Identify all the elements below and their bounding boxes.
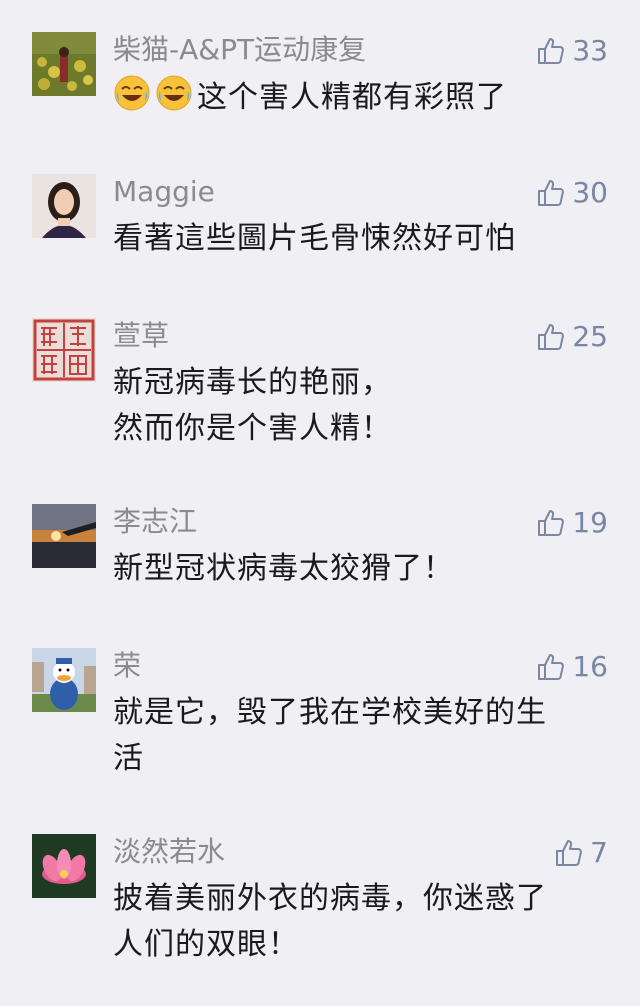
crying-laughing-emoji-icon xyxy=(155,74,193,112)
commenter-name[interactable]: 萱草 xyxy=(113,318,169,354)
comment-item: 淡然若水 7 披着美丽外衣的病毒，你迷惑了 人们的双眼！ xyxy=(0,834,640,964)
comment-text: 这个害人精都有彩照了 xyxy=(113,74,603,121)
like-button[interactable]: 16 xyxy=(536,650,608,684)
airplane-sunset-avatar-icon[interactable] xyxy=(32,504,96,568)
comment-text: 披着美丽外衣的病毒，你迷惑了 人们的双眼！ xyxy=(113,876,603,968)
commenter-name[interactable]: Maggie xyxy=(113,174,215,210)
like-count: 33 xyxy=(572,34,608,67)
comment-text: 就是它，毁了我在学校美好的生 活 xyxy=(113,690,603,782)
comment-text-line: 人们的双眼！ xyxy=(113,927,299,962)
like-count: 7 xyxy=(590,836,608,869)
comment-text: 看著這些圖片毛骨悚然好可怕 xyxy=(113,221,516,256)
commenter-name[interactable]: 柴猫-A&PT运动康复 xyxy=(113,32,366,68)
comment-item: Maggie 30 看著這些圖片毛骨悚然好可怕 xyxy=(0,174,640,258)
commenter-name[interactable]: 荣 xyxy=(113,648,141,684)
thumbs-up-icon xyxy=(538,324,565,350)
comment-text-line: 新冠病毒长的艳丽， xyxy=(113,365,392,400)
thumbs-up-icon xyxy=(538,654,565,680)
red-seal-avatar-icon[interactable] xyxy=(32,318,96,382)
commenter-name[interactable]: 淡然若水 xyxy=(113,834,225,870)
comment-text-line: 就是它，毁了我在学校美好的生 xyxy=(113,695,547,730)
commenter-name[interactable]: 李志江 xyxy=(113,504,197,540)
comment-item: 萱草 25 新冠病毒长的艳丽， 然而你是个害人精！ xyxy=(0,318,640,448)
comment-text-content: 这个害人精都有彩照了 xyxy=(197,80,507,115)
comment-text-line: 披着美丽外衣的病毒，你迷惑了 xyxy=(113,881,547,916)
thumbs-up-icon xyxy=(556,840,583,866)
comment-list: 柴猫-A&PT运动康复 33 这个害人精都有彩照了 Maggie 30 看著這些… xyxy=(0,0,640,1006)
lotus-flower-avatar-icon[interactable] xyxy=(32,834,96,898)
comment-item: 柴猫-A&PT运动康复 33 这个害人精都有彩照了 xyxy=(0,32,640,116)
like-count: 25 xyxy=(572,320,608,353)
like-button[interactable]: 19 xyxy=(536,506,608,540)
like-count: 30 xyxy=(572,176,608,209)
comment-item: 李志江 19 新型冠状病毒太狡猾了！ xyxy=(0,504,640,588)
comment-text-line: 活 xyxy=(113,741,144,776)
comment-text: 新型冠状病毒太狡猾了！ xyxy=(113,551,454,586)
like-button[interactable]: 25 xyxy=(536,320,608,354)
like-button[interactable]: 7 xyxy=(554,836,608,870)
thumbs-up-icon xyxy=(538,180,565,206)
comment-text: 新冠病毒长的艳丽， 然而你是个害人精！ xyxy=(113,360,603,452)
like-button[interactable]: 33 xyxy=(536,34,608,68)
comment-text-line: 然而你是个害人精！ xyxy=(113,411,392,446)
comment-item: 荣 16 就是它，毁了我在学校美好的生 活 xyxy=(0,648,640,778)
like-button[interactable]: 30 xyxy=(536,176,608,210)
field-flowers-avatar-icon[interactable] xyxy=(32,32,96,96)
thumbs-up-icon xyxy=(538,510,565,536)
woman-portrait-avatar-icon[interactable] xyxy=(32,174,96,238)
donald-duck-avatar-icon[interactable] xyxy=(32,648,96,712)
crying-laughing-emoji-icon xyxy=(113,74,151,112)
like-count: 19 xyxy=(572,506,608,539)
thumbs-up-icon xyxy=(538,38,565,64)
like-count: 16 xyxy=(572,650,608,683)
